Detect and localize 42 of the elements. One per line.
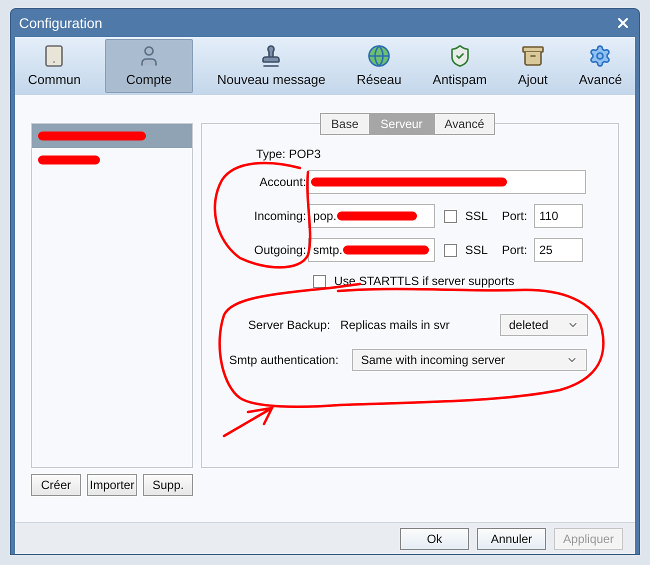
list-action-button[interactable]: Importer (87, 474, 138, 496)
ssl-label: SSL (465, 242, 488, 259)
port-field[interactable]: 25 (534, 238, 584, 262)
redaction-mark (38, 156, 100, 164)
ssl-label: SSL (465, 208, 488, 225)
window-title: Configuration (19, 14, 102, 33)
server-field[interactable]: smtp. (308, 238, 436, 262)
tab[interactable]: Avancé (434, 113, 496, 135)
toolbar-tab[interactable]: Antispam (426, 39, 494, 93)
port-field[interactable]: 110 (534, 204, 584, 228)
checkbox[interactable] (444, 210, 458, 222)
field-label: Account: (258, 174, 308, 191)
checkbox[interactable] (444, 244, 458, 256)
globe-icon (367, 44, 392, 68)
toolbar-tab[interactable]: Commun (21, 39, 88, 93)
field-label: Server Backup: (248, 317, 330, 334)
port-label: Port: (502, 208, 528, 225)
toolbar-tab[interactable]: Ajout (511, 39, 555, 93)
smtp-auth-dropdown[interactable]: Same with incoming server (352, 349, 587, 371)
dialog-button[interactable]: Annuler (477, 528, 546, 550)
settings-icon (588, 44, 612, 68)
close-icon[interactable] (615, 15, 631, 31)
dialog-button[interactable]: Ok (400, 528, 469, 550)
port-label: Port: (502, 242, 528, 259)
field-label: Outgoing: (253, 242, 308, 259)
tab[interactable]: Base (320, 113, 370, 135)
account-type-text: Type: POP3 (256, 147, 321, 161)
field-label: Incoming: (253, 208, 308, 225)
toolbar-tab[interactable]: Avancé (572, 39, 629, 93)
toolbar-tab[interactable]: Compte (104, 39, 193, 93)
archive-box-icon (520, 44, 545, 68)
field-label: Smtp authentication: (229, 352, 339, 369)
list-action-button[interactable]: Créer (31, 474, 81, 496)
toolbar-tab[interactable]: Réseau (350, 39, 408, 93)
server-field[interactable]: pop. (308, 204, 436, 228)
server-backup-description: Replicas mails in svr (340, 317, 450, 334)
account-field[interactable] (308, 170, 586, 194)
checkbox[interactable] (313, 274, 326, 288)
toolbar-tab[interactable]: Nouveau message (210, 39, 332, 93)
list-action-button[interactable]: Supp. (143, 474, 194, 496)
annotation-arrow (222, 406, 274, 438)
backup-dropdown[interactable]: deleted (500, 314, 588, 336)
